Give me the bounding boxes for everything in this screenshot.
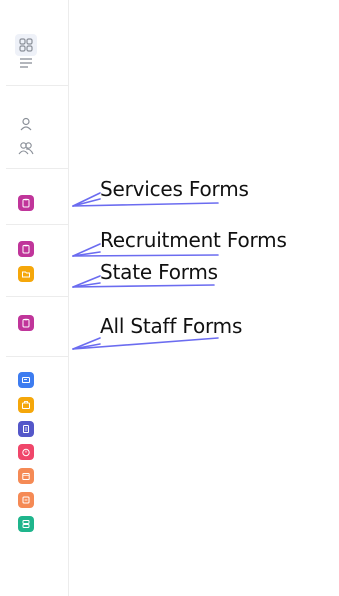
menu-icon xyxy=(20,58,32,68)
services-forms-label: Services Forms xyxy=(100,177,249,201)
services-forms-button[interactable] xyxy=(18,195,34,211)
all-staff-forms-label: All Staff Forms xyxy=(100,314,243,338)
card-icon xyxy=(22,377,30,383)
all-staff-forms-button[interactable] xyxy=(18,315,34,331)
app-card-button[interactable] xyxy=(18,372,34,388)
divider xyxy=(6,356,68,357)
state-forms-button[interactable] xyxy=(18,266,34,282)
timer-icon xyxy=(22,448,30,457)
menu-button[interactable] xyxy=(15,52,37,74)
divider xyxy=(6,224,68,225)
clipboard-icon xyxy=(22,198,30,208)
grid-icon xyxy=(19,38,33,52)
divider xyxy=(6,168,68,169)
user-button[interactable] xyxy=(15,113,37,135)
sidebar-rail xyxy=(6,0,69,596)
document-icon xyxy=(23,425,29,433)
app-flow-button[interactable] xyxy=(18,516,34,532)
users-icon xyxy=(18,142,34,155)
box-icon xyxy=(22,496,30,504)
state-forms-label: State Forms xyxy=(100,260,218,284)
divider xyxy=(6,296,68,297)
app-briefcase-button[interactable] xyxy=(18,397,34,413)
divider xyxy=(6,85,68,86)
clipboard-icon xyxy=(22,244,30,254)
users-button[interactable] xyxy=(15,137,37,159)
app-calendar-button[interactable] xyxy=(18,468,34,484)
folder-icon xyxy=(22,271,30,278)
app-timer-button[interactable] xyxy=(18,444,34,460)
recruitment-forms-button[interactable] xyxy=(18,241,34,257)
user-icon xyxy=(20,117,32,131)
flow-icon xyxy=(22,520,30,528)
app-box-button[interactable] xyxy=(18,492,34,508)
recruitment-forms-label: Recruitment Forms xyxy=(100,228,287,252)
clipboard-icon xyxy=(22,318,30,328)
briefcase-icon xyxy=(22,401,30,409)
app-document-button[interactable] xyxy=(18,421,34,437)
calendar-icon xyxy=(22,473,30,480)
